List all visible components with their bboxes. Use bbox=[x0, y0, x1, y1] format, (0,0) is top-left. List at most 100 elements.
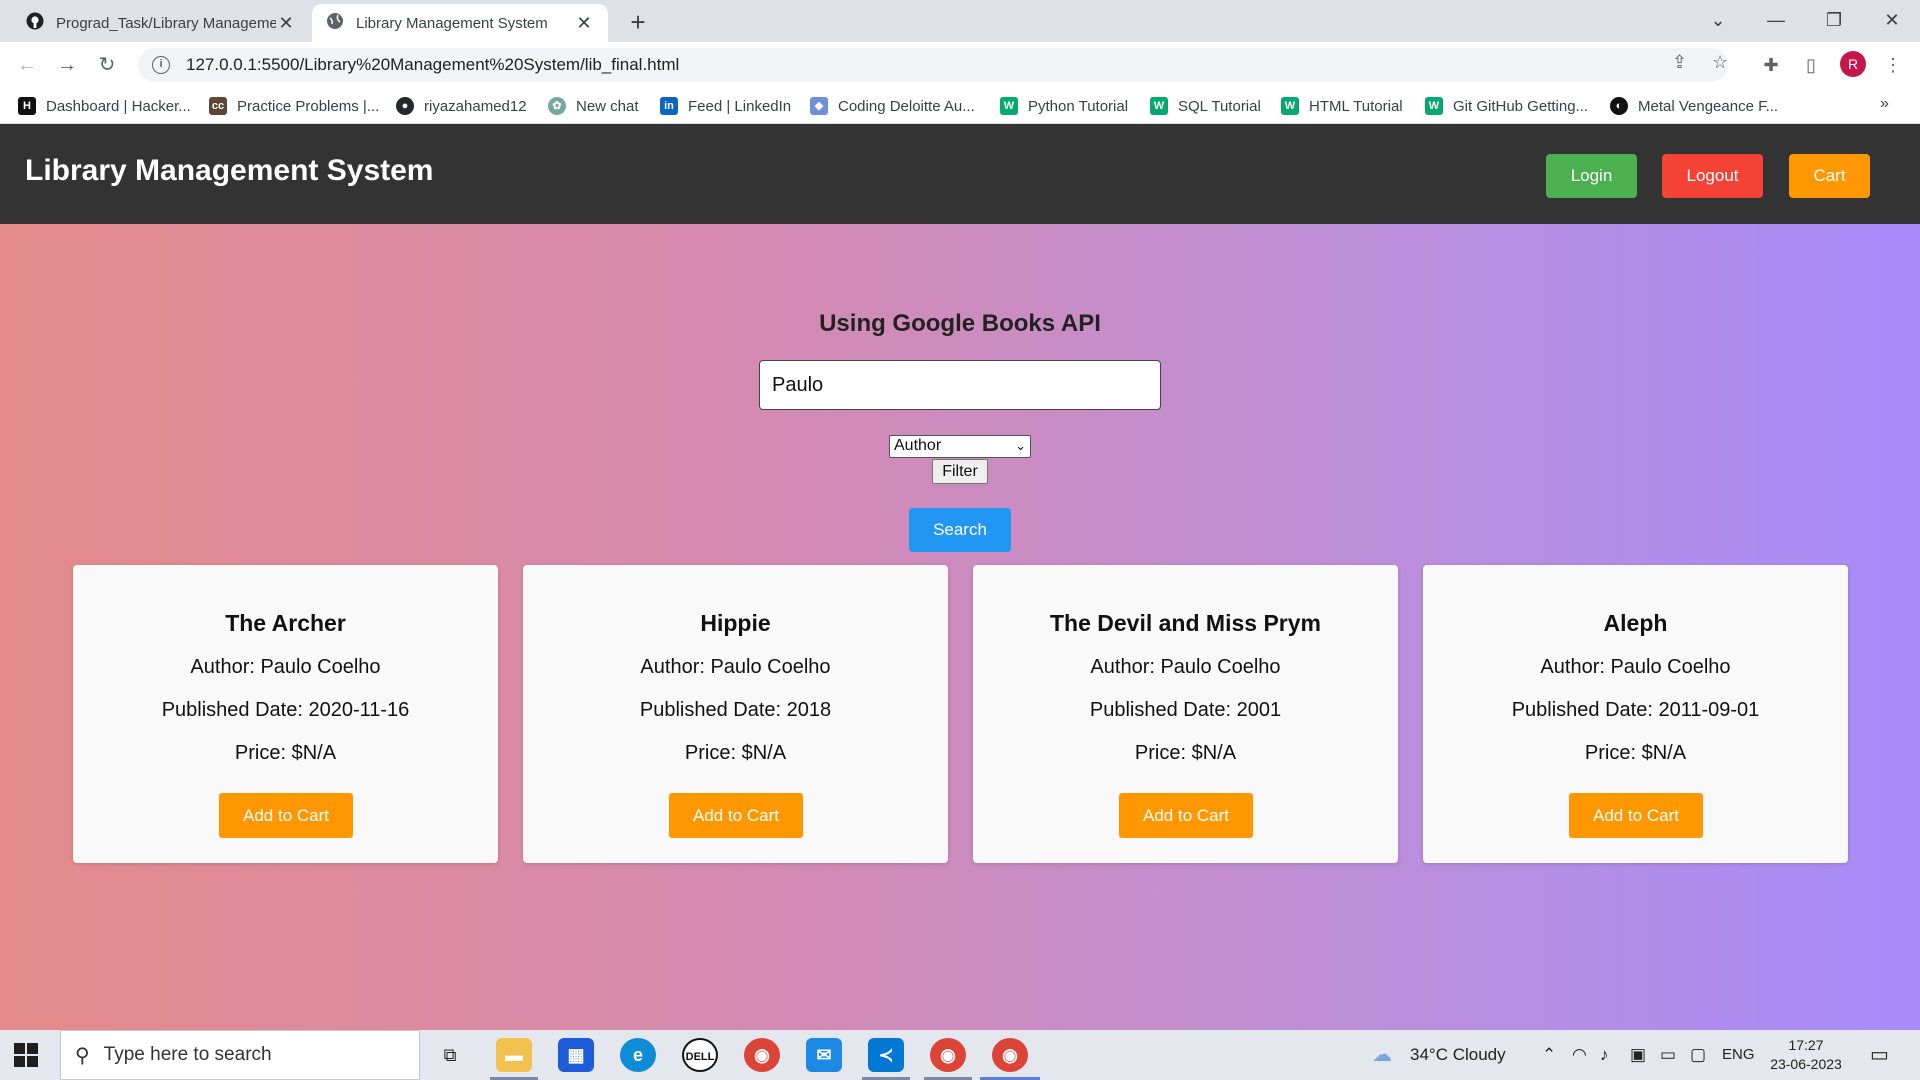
menu-icon[interactable]: ⋮ bbox=[1878, 50, 1908, 80]
close-window-icon[interactable]: ✕ bbox=[1866, 0, 1918, 42]
book-author: Author: Paulo Coelho bbox=[1540, 656, 1731, 678]
taskbar-search-box[interactable]: ⚲ Type here to search bbox=[60, 1030, 420, 1080]
chrome-profile-icon[interactable]: ◉ bbox=[992, 1038, 1028, 1072]
tab-library[interactable]: Library Management System ✕ bbox=[312, 4, 608, 42]
tab-github[interactable]: Prograd_Task/Library Manageme ✕ bbox=[12, 4, 310, 42]
bookmark-item[interactable]: H Dashboard | Hacker... bbox=[18, 95, 191, 117]
new-tab-icon[interactable]: + bbox=[622, 6, 654, 38]
book-price: Price: $N/A bbox=[234, 742, 337, 764]
bookmark-item[interactable]: ● riyazahamed12 bbox=[396, 95, 527, 117]
chevron-up-icon[interactable]: ⌃ bbox=[1542, 1030, 1556, 1080]
chevron-down-icon: ⌄ bbox=[1015, 438, 1026, 453]
w3schools-icon: W bbox=[1425, 97, 1443, 115]
chrome-icon[interactable]: ◉ bbox=[744, 1038, 780, 1072]
book-published-date: Published Date: 2018 bbox=[639, 699, 832, 721]
volume-icon[interactable]: ♪ bbox=[1600, 1030, 1609, 1080]
book-card: Aleph Author: Paulo Coelho Published Dat… bbox=[1423, 565, 1848, 863]
add-to-cart-button[interactable]: Add to Cart bbox=[1569, 793, 1703, 838]
side-panel-icon[interactable]: ▯ bbox=[1796, 50, 1826, 80]
book-title: The Archer bbox=[225, 610, 346, 636]
bookmark-label: Practice Problems |... bbox=[237, 97, 380, 115]
bookmark-label: Python Tutorial bbox=[1028, 97, 1129, 115]
task-view-icon[interactable]: ⧉ bbox=[432, 1038, 468, 1072]
close-icon[interactable]: ✕ bbox=[276, 13, 296, 34]
bookmark-item[interactable]: ✿ New chat bbox=[548, 95, 639, 117]
add-to-cart-button[interactable]: Add to Cart bbox=[669, 793, 803, 838]
bookmark-item[interactable]: W Git GitHub Getting... bbox=[1425, 95, 1588, 117]
edge-icon[interactable]: e bbox=[620, 1038, 656, 1072]
bookmark-item[interactable]: in Feed | LinkedIn bbox=[660, 95, 791, 117]
reload-icon[interactable]: ↻ bbox=[92, 50, 122, 80]
bookmark-label: Dashboard | Hacker... bbox=[46, 97, 191, 115]
github-icon: ● bbox=[396, 97, 414, 115]
search-button[interactable]: Search bbox=[909, 508, 1011, 552]
book-card: The Archer Author: Paulo Coelho Publishe… bbox=[73, 565, 498, 863]
bookmark-label: riyazahamed12 bbox=[424, 97, 527, 115]
bookmark-label: New chat bbox=[576, 97, 639, 115]
cloud-icon[interactable]: ☁ bbox=[1372, 1030, 1392, 1080]
filter-select[interactable]: Author ⌄ bbox=[889, 435, 1031, 458]
bookmarks-bar: H Dashboard | Hacker... cc Practice Prob… bbox=[0, 88, 1920, 124]
bookmark-item[interactable]: cc Practice Problems |... bbox=[209, 95, 379, 117]
bookmark-label: Metal Vengeance F... bbox=[1638, 97, 1779, 115]
bookmark-item[interactable]: W HTML Tutorial bbox=[1281, 95, 1403, 117]
bookmark-label: SQL Tutorial bbox=[1178, 97, 1261, 115]
bookmark-item[interactable]: W SQL Tutorial bbox=[1150, 95, 1261, 117]
share-icon[interactable]: ⇪ bbox=[1672, 52, 1687, 73]
forward-icon[interactable]: → bbox=[52, 50, 82, 80]
camera-icon[interactable]: ▢ bbox=[1690, 1030, 1706, 1080]
cart-button[interactable]: Cart bbox=[1789, 154, 1870, 198]
back-icon[interactable]: ← bbox=[12, 50, 42, 80]
bookmark-item[interactable]: ◐ Metal Vengeance F... bbox=[1610, 95, 1778, 117]
book-published-date: Published Date: 2011-09-01 bbox=[1511, 699, 1760, 721]
language-indicator[interactable]: ENG bbox=[1722, 1030, 1755, 1080]
chrome-profile-icon[interactable]: ◉ bbox=[930, 1038, 966, 1072]
site-info-icon[interactable]: i bbox=[152, 56, 170, 74]
w3schools-icon: W bbox=[1281, 97, 1299, 115]
tab-search-icon[interactable]: ⌄ bbox=[1692, 0, 1744, 42]
filter-button[interactable]: Filter bbox=[932, 459, 988, 484]
notifications-icon[interactable]: ▭ bbox=[1870, 1030, 1889, 1080]
tab-title: Library Management System bbox=[356, 14, 548, 32]
diamond-icon: ◆ bbox=[810, 97, 828, 115]
clock[interactable]: 17:27 23-06-2023 bbox=[1768, 1036, 1844, 1074]
bookmark-star-icon[interactable]: ☆ bbox=[1712, 52, 1728, 73]
search-icon: ⚲ bbox=[75, 1044, 90, 1067]
book-price: Price: $N/A bbox=[684, 742, 787, 764]
bookmark-label: Git GitHub Getting... bbox=[1453, 97, 1589, 115]
book-price: Price: $N/A bbox=[1584, 742, 1687, 764]
address-bar[interactable]: i 127.0.0.1:5500/Library%20Management%20… bbox=[138, 48, 1728, 82]
weather-text[interactable]: 34°C Cloudy bbox=[1410, 1030, 1506, 1080]
vscode-icon[interactable]: ≺ bbox=[868, 1038, 904, 1072]
store-icon[interactable]: ▦ bbox=[558, 1038, 594, 1072]
book-published-date: Published Date: 2020-11-16 bbox=[161, 699, 410, 721]
file-explorer-icon[interactable]: ▬ bbox=[496, 1038, 532, 1072]
bookmark-item[interactable]: W Python Tutorial bbox=[1000, 95, 1128, 117]
meet-icon[interactable]: ▣ bbox=[1630, 1030, 1646, 1080]
restore-icon[interactable]: ❐ bbox=[1808, 0, 1860, 42]
taskbar-search-placeholder: Type here to search bbox=[103, 1044, 272, 1065]
wifi-icon[interactable]: ◠ bbox=[1572, 1030, 1587, 1080]
dell-icon[interactable]: DELL bbox=[682, 1038, 718, 1072]
extensions-icon[interactable]: ✚ bbox=[1756, 50, 1786, 80]
url-text: 127.0.0.1:5500/Library%20Management%20Sy… bbox=[186, 55, 680, 74]
minimize-icon[interactable]: — bbox=[1750, 0, 1802, 42]
bookmark-item[interactable]: ◆ Coding Deloitte Au... bbox=[810, 95, 975, 117]
logout-button[interactable]: Logout bbox=[1662, 154, 1763, 198]
app-title: Library Management System bbox=[25, 154, 434, 187]
book-title: Aleph bbox=[1603, 610, 1668, 636]
bookmark-label: Feed | LinkedIn bbox=[688, 97, 792, 115]
taskbar: ⚲ Type here to search ⧉ ▬ ▦ e DELL ◉ ✉ ≺… bbox=[0, 1030, 1920, 1080]
mail-icon[interactable]: ✉ bbox=[806, 1038, 842, 1072]
browser-tab-strip: Prograd_Task/Library Manageme ✕ Library … bbox=[0, 0, 1920, 42]
profile-avatar[interactable]: R bbox=[1840, 51, 1866, 77]
windows-start-icon[interactable] bbox=[14, 1043, 38, 1067]
add-to-cart-button[interactable]: Add to Cart bbox=[1119, 793, 1253, 838]
login-button[interactable]: Login bbox=[1546, 154, 1637, 198]
close-icon[interactable]: ✕ bbox=[574, 13, 594, 34]
search-input[interactable] bbox=[759, 360, 1161, 410]
linkedin-icon: in bbox=[660, 97, 678, 115]
add-to-cart-button[interactable]: Add to Cart bbox=[219, 793, 353, 838]
battery-icon[interactable]: ▭ bbox=[1660, 1030, 1676, 1080]
more-bookmarks-icon[interactable]: » bbox=[1880, 95, 1889, 113]
